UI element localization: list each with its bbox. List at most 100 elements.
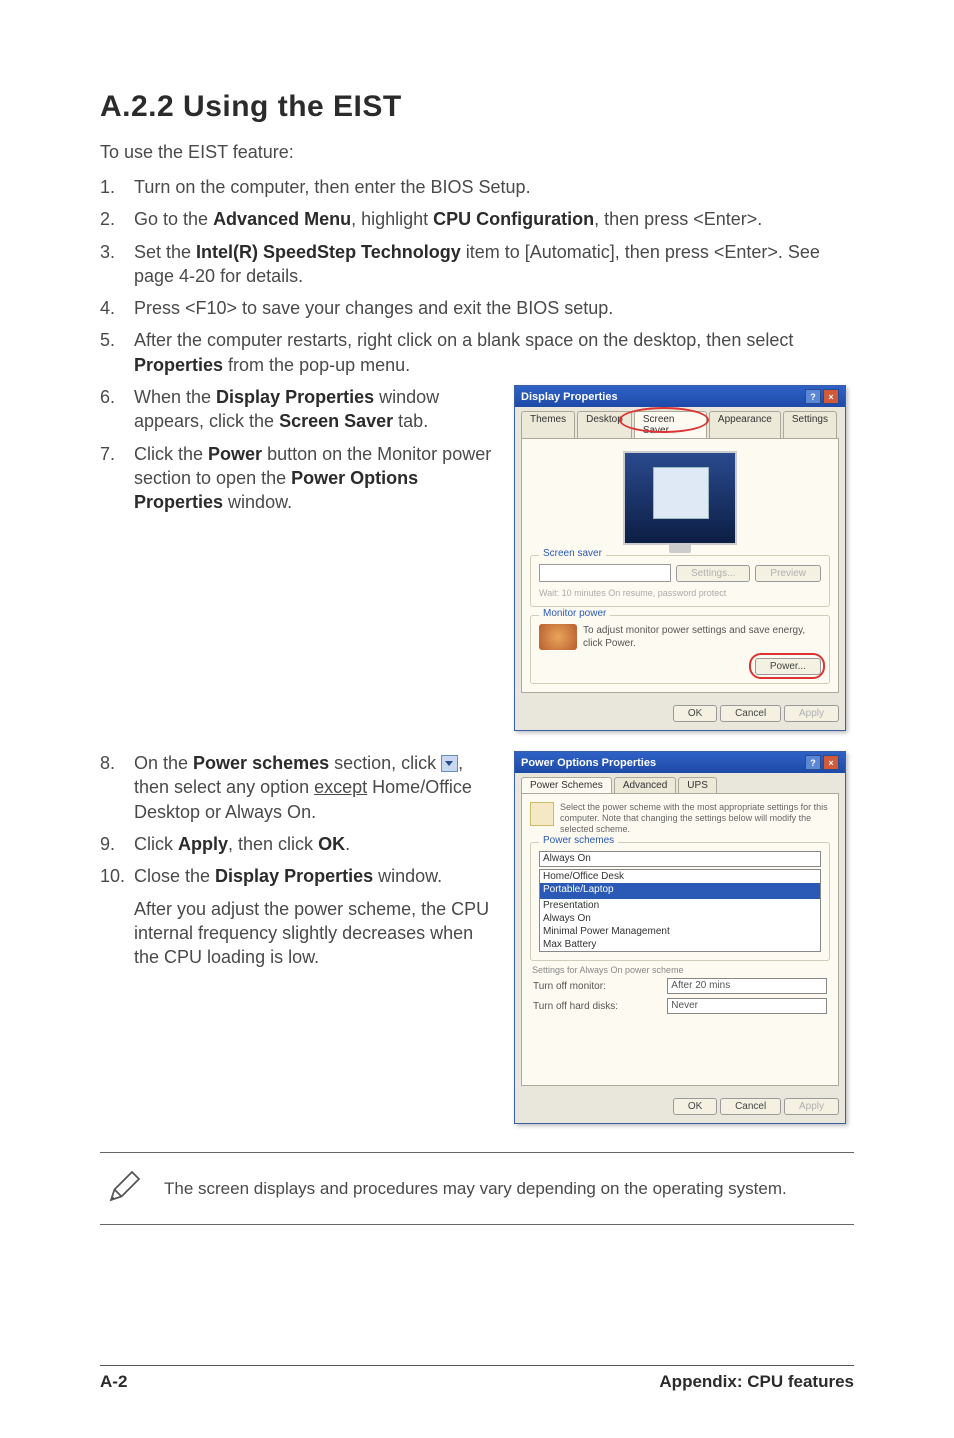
power-button[interactable]: Power... [755, 658, 821, 675]
battery-icon [530, 802, 554, 826]
note-pencil-icon [104, 1165, 146, 1212]
step-number: 6. [100, 385, 134, 434]
step-5: 5. After the computer restarts, right cl… [100, 328, 854, 377]
ok-button[interactable]: OK [673, 705, 717, 722]
tab-screen-saver[interactable]: Screen Saver [634, 411, 707, 438]
tab-ups[interactable]: UPS [678, 777, 717, 793]
step-number: 7. [100, 442, 134, 515]
turn-off-monitor-label: Turn off monitor: [532, 977, 664, 995]
monitor-power-fieldset: Monitor power To adjust monitor power se… [530, 615, 830, 684]
step-text: On the Power schemes section, click , th… [134, 751, 494, 824]
display-properties-dialog: Display Properties ? × Themes Desktop Sc… [514, 385, 846, 731]
close-icon[interactable]: × [823, 755, 839, 770]
step-text: After the computer restarts, right click… [134, 328, 854, 377]
dropdown-option[interactable]: Minimal Power Management [540, 925, 820, 938]
step-text: Click Apply, then click OK. [134, 832, 494, 856]
fieldset-legend: Power schemes [539, 835, 618, 846]
turn-off-hdd-dropdown[interactable]: Never [667, 998, 827, 1014]
step-text: Press <F10> to save your changes and exi… [134, 296, 854, 320]
tab-advanced[interactable]: Advanced [614, 777, 676, 793]
step-1: 1. Turn on the computer, then enter the … [100, 175, 854, 199]
dialog-panel: Select the power scheme with the most ap… [521, 793, 839, 1086]
note-box: The screen displays and procedures may v… [100, 1152, 854, 1225]
scheme-settings-label: Settings for Always On power scheme [532, 965, 828, 975]
dialog-button-row: OK Cancel Apply [515, 1092, 845, 1123]
dropdown-option[interactable]: Home/Office Desk [540, 870, 820, 883]
help-icon[interactable]: ? [805, 389, 821, 404]
turn-off-hdd-label: Turn off hard disks: [532, 997, 664, 1015]
power-schemes-fieldset: Power schemes Always On Home/Office Desk… [530, 842, 830, 961]
step-number: 8. [100, 751, 134, 824]
footer-rule [100, 1365, 854, 1366]
dialog-tabs: Themes Desktop Screen Saver Appearance S… [515, 407, 845, 438]
power-options-dialog: Power Options Properties ? × Power Schem… [514, 751, 846, 1124]
dialog-tabs: Power Schemes Advanced UPS [515, 773, 845, 793]
step-text: When the Display Properties window appea… [134, 385, 494, 434]
tab-themes[interactable]: Themes [521, 411, 575, 438]
turn-off-monitor-dropdown[interactable]: After 20 mins [667, 978, 827, 994]
step-text: Go to the Advanced Menu, highlight CPU C… [134, 207, 854, 231]
step-6: 6. When the Display Properties window ap… [100, 385, 494, 434]
tab-desktop[interactable]: Desktop [577, 411, 632, 438]
step-7: 7. Click the Power button on the Monitor… [100, 442, 494, 515]
steps-list-b: 6. When the Display Properties window ap… [100, 385, 494, 514]
dialog-button-row: OK Cancel Apply [515, 699, 845, 730]
tab-power-schemes[interactable]: Power Schemes [521, 777, 612, 793]
dialog-titlebar: Power Options Properties ? × [515, 752, 845, 773]
step-number: 9. [100, 832, 134, 856]
step-number: 1. [100, 175, 134, 199]
monitor-icon [539, 624, 577, 650]
step-number: 5. [100, 328, 134, 377]
dropdown-option[interactable]: Always On [540, 912, 820, 925]
step-9: 9. Click Apply, then click OK. [100, 832, 494, 856]
dropdown-option[interactable]: Presentation [540, 899, 820, 912]
step-text: Close the Display Properties window. [134, 864, 494, 888]
intro-text: To use the EIST feature: [100, 142, 854, 163]
after-text: After you adjust the power scheme, the C… [134, 897, 494, 970]
step-text: Turn on the computer, then enter the BIO… [134, 175, 854, 199]
monitor-power-text: To adjust monitor power settings and sav… [583, 624, 821, 650]
dropdown-option-selected[interactable]: Portable/Laptop [540, 883, 820, 899]
screensaver-fieldset: Screen saver Settings... Preview Wait: 1… [530, 555, 830, 607]
settings-button[interactable]: Settings... [676, 565, 750, 582]
cancel-button[interactable]: Cancel [720, 1098, 781, 1115]
step-8: 8. On the Power schemes section, click ,… [100, 751, 494, 824]
tab-settings[interactable]: Settings [783, 411, 837, 438]
power-desc: Select the power scheme with the most ap… [560, 802, 830, 834]
fieldset-legend: Monitor power [539, 608, 610, 619]
footer-section-title: Appendix: CPU features [659, 1372, 854, 1392]
step-number: 4. [100, 296, 134, 320]
preview-button[interactable]: Preview [755, 565, 821, 582]
apply-button[interactable]: Apply [784, 1098, 839, 1115]
section-heading: A.2.2 Using the EIST [100, 90, 854, 124]
cancel-button[interactable]: Cancel [720, 705, 781, 722]
step-3: 3. Set the Intel(R) SpeedStep Technology… [100, 240, 854, 289]
step-text: Set the Intel(R) SpeedStep Technology it… [134, 240, 854, 289]
dialog-titlebar: Display Properties ? × [515, 386, 845, 407]
help-icon[interactable]: ? [805, 755, 821, 770]
fieldset-legend: Screen saver [539, 548, 606, 559]
ok-button[interactable]: OK [673, 1098, 717, 1115]
close-icon[interactable]: × [823, 389, 839, 404]
step-number: 3. [100, 240, 134, 289]
monitor-preview [623, 451, 737, 545]
dropdown-arrow-icon [441, 755, 458, 772]
step-4: 4. Press <F10> to save your changes and … [100, 296, 854, 320]
screensaver-dropdown[interactable] [539, 564, 671, 582]
power-scheme-dropdown[interactable]: Always On [539, 851, 821, 867]
step-number: 10. [100, 864, 134, 888]
step-text: Click the Power button on the Monitor po… [134, 442, 494, 515]
document-page: A.2.2 Using the EIST To use the EIST fea… [0, 0, 954, 1438]
dialog-title: Display Properties [521, 391, 618, 403]
power-settings-table: Turn off monitor: After 20 mins Turn off… [530, 975, 830, 1017]
steps-list-a: 1. Turn on the computer, then enter the … [100, 175, 854, 377]
steps-list-c: 8. On the Power schemes section, click ,… [100, 751, 494, 888]
step-10: 10. Close the Display Properties window. [100, 864, 494, 888]
footer-page-number: A-2 [100, 1372, 127, 1392]
wait-line: Wait: 10 minutes On resume, password pro… [539, 588, 821, 598]
dialog-title: Power Options Properties [521, 757, 656, 769]
tab-appearance[interactable]: Appearance [709, 411, 781, 438]
page-footer: A-2 Appendix: CPU features [100, 1372, 854, 1392]
apply-button[interactable]: Apply [784, 705, 839, 722]
dropdown-option[interactable]: Max Battery [540, 938, 820, 951]
